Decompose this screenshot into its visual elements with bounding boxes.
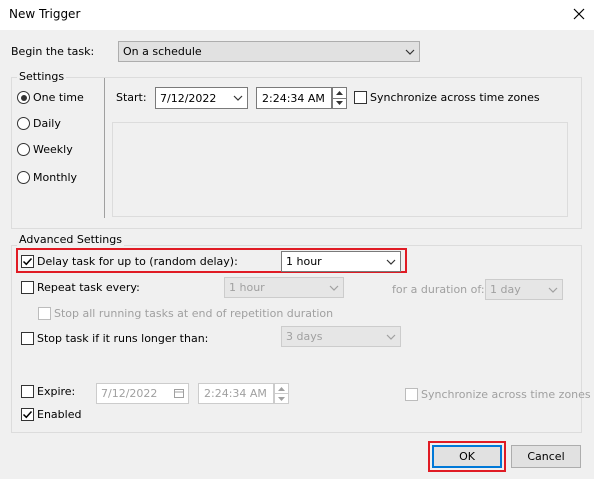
radio-monthly[interactable]: Monthly [17,171,77,184]
ok-button[interactable]: OK [432,445,502,468]
checkbox-box [21,281,34,294]
sync-timezones-checkbox[interactable]: Synchronize across time zones [354,91,540,104]
chevron-down-icon [382,334,400,340]
radio-label: Daily [33,117,61,130]
begin-task-select[interactable]: On a schedule [118,41,420,62]
expire-sync-timezones-checkbox[interactable]: Synchronize across time zones [405,388,591,401]
enabled-checkbox[interactable]: Enabled [21,408,81,421]
checkbox-box [21,255,34,268]
stop-task-duration-value: 3 days [286,330,323,343]
checkmark-icon [22,410,33,419]
title-bar [0,0,594,30]
start-label: Start: [116,91,147,104]
checkbox-box [21,385,34,398]
checkbox-box [21,332,34,345]
expire-time-value: 2:24:34 AM [204,387,267,400]
begin-task-value: On a schedule [123,45,202,58]
repeat-interval-value: 1 hour [229,281,265,294]
delay-task-checkbox[interactable]: Delay task for up to (random delay): [21,255,238,268]
checkbox-label: Expire: [37,385,76,398]
stop-task-longer-checkbox[interactable]: Stop task if it runs longer than: [21,332,208,345]
recurrence-panel [112,122,568,217]
radio-label: Monthly [33,171,78,184]
radio-circle [17,117,30,130]
stop-task-duration-select[interactable]: 3 days [281,326,401,347]
start-date-picker[interactable]: 7/12/2022 [155,87,248,109]
radio-daily[interactable]: Daily [17,117,61,130]
chevron-down-icon [229,95,247,101]
repeat-duration-value: 1 day [490,283,521,296]
settings-divider [104,78,105,218]
spin-up-icon[interactable] [333,88,346,98]
chevron-down-icon [544,287,562,293]
checkbox-label: Stop task if it runs longer than: [37,332,209,345]
checkbox-label: Repeat task every: [37,281,140,294]
expire-date-value: 7/12/2022 [101,387,158,400]
spin-up-icon[interactable] [275,384,288,393]
radio-one-time[interactable]: One time [17,91,84,104]
close-button[interactable] [566,2,592,26]
close-icon [573,8,585,20]
checkbox-label: Enabled [37,408,82,421]
start-date-value: 7/12/2022 [160,91,217,105]
start-time-spinner[interactable] [332,87,347,109]
checkbox-box [21,408,34,421]
checkbox-box [354,91,367,104]
checkbox-box [38,307,51,320]
repeat-duration-select[interactable]: 1 day [485,279,563,300]
radio-circle [17,91,30,104]
delay-duration-value: 1 hour [286,255,322,268]
checkbox-box [405,388,418,401]
cancel-button[interactable]: Cancel [511,445,581,468]
delay-duration-select[interactable]: 1 hour [281,251,401,272]
duration-label: for a duration of: [392,283,485,296]
expire-date-picker[interactable]: 7/12/2022 [96,383,189,404]
radio-weekly[interactable]: Weekly [17,143,73,156]
repeat-task-checkbox[interactable]: Repeat task every: [21,281,140,294]
advanced-settings-label: Advanced Settings [17,233,124,246]
chevron-down-icon [401,49,419,55]
begin-task-label: Begin the task: [11,45,95,58]
window-title: New Trigger [9,7,81,21]
checkbox-label: Synchronize across time zones [370,91,540,104]
radio-label: Weekly [33,143,73,156]
spin-down-icon[interactable] [275,393,288,403]
radio-circle [17,143,30,156]
checkbox-label: Delay task for up to (random delay): [37,255,238,268]
start-time-input[interactable]: 2:24:34 AM [256,87,332,109]
checkbox-label: Synchronize across time zones [421,388,591,401]
expire-time-input[interactable]: 2:24:34 AM [198,383,274,404]
expire-checkbox[interactable]: Expire: [21,385,75,398]
repeat-interval-select[interactable]: 1 hour [224,277,344,298]
chevron-down-icon [325,285,343,291]
checkmark-icon [22,257,33,266]
radio-label: One time [33,91,84,104]
spin-down-icon[interactable] [333,97,346,109]
start-time-value: 2:24:34 AM [262,91,325,105]
checkbox-label: Stop all running tasks at end of repetit… [54,307,334,320]
chevron-down-icon [382,259,400,265]
stop-running-tasks-checkbox[interactable]: Stop all running tasks at end of repetit… [38,307,333,320]
expire-time-spinner[interactable] [274,383,289,404]
settings-group-label: Settings [17,70,67,83]
radio-circle [17,171,30,184]
calendar-icon [170,389,188,398]
